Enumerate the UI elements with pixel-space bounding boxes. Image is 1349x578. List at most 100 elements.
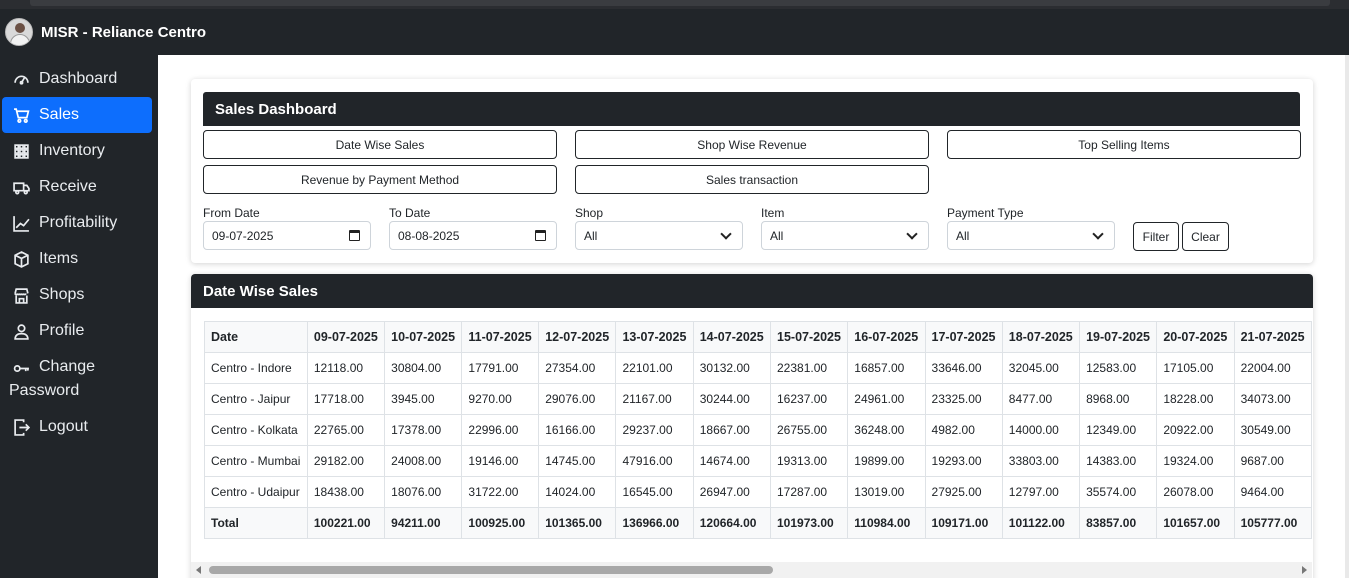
sales-value-cell: 26078.00 [1156,476,1235,508]
card-title: Sales Dashboard [203,92,1300,126]
column-header: 09-07-2025 [306,321,386,353]
sidebar-item-label: Profitability [39,214,118,231]
column-header: 16-07-2025 [847,321,926,353]
sales-value-cell: 9270.00 [461,383,540,415]
top-selling-items-button[interactable]: Top Selling Items [947,130,1301,159]
sidebar-item-profitability[interactable]: Profitability [2,205,152,241]
sidebar-item-profile[interactable]: Profile [2,313,152,349]
table-header-row: Date 09-07-2025 10-07-2025 11-07-2025 12-07… [204,321,1312,353]
sales-value-cell: 12797.00 [1001,476,1081,508]
sidebar-item-dashboard[interactable]: Dashboard [2,61,152,97]
sales-value-cell: 18228.00 [1156,383,1235,415]
sales-value-cell: 32045.00 [1001,352,1081,384]
vertical-scrollbar[interactable] [1345,55,1349,578]
column-header: 21-07-2025 [1233,321,1312,353]
shop-label: Shop [575,206,604,220]
sales-value-cell: 12349.00 [1079,414,1158,446]
column-header: 20-07-2025 [1156,321,1235,353]
sidebar-item-inventory[interactable]: Inventory [2,133,152,169]
sidebar-item-receive[interactable]: Receive [2,169,152,205]
total-value-cell: 105777.00 [1233,507,1312,539]
to-date-label: To Date [389,206,431,220]
shop-select[interactable]: All [575,221,743,250]
from-date-input[interactable]: 09-07-2025 [203,221,371,250]
item-select[interactable]: All [761,221,929,250]
sales-value-cell: 31722.00 [461,476,540,508]
sales-value-cell: 21167.00 [615,383,694,415]
table-row: Centro - Udaipur 18438.00 18076.00 31722.00… [204,476,1312,508]
sales-value-cell: 14674.00 [692,445,772,477]
sales-value-cell: 8477.00 [1001,383,1081,415]
total-value-cell: 100221.00 [306,507,386,539]
sales-value-cell: 16857.00 [847,352,926,384]
revenue-by-payment-button[interactable]: Revenue by Payment Method [203,165,557,194]
sales-transaction-button[interactable]: Sales transaction [575,165,929,194]
column-header: 17-07-2025 [924,321,1003,353]
table-row: Centro - Kolkata 22765.00 17378.00 22996.00… [204,414,1312,446]
sidebar-item-label: Inventory [39,142,105,159]
total-value-cell: 83857.00 [1079,507,1158,539]
cart-icon [12,106,30,124]
sidebar-item-label: Profile [39,322,85,339]
sales-value-cell: 19313.00 [769,445,849,477]
sales-value-cell: 19146.00 [461,445,540,477]
shop-wise-revenue-button[interactable]: Shop Wise Revenue [575,130,929,159]
horizontal-scrollbar[interactable] [191,562,1312,578]
scrollbar-thumb[interactable] [209,566,773,574]
column-header: 15-07-2025 [769,321,849,353]
top-navbar: MISR - Reliance Centro [0,9,1349,55]
sidebar: Dashboard Sales Inventory Receive Profit… [0,55,158,578]
total-value-cell: 109171.00 [924,507,1003,539]
shop-name-cell: Centro - Jaipur [204,383,308,415]
sales-value-cell: 19293.00 [924,445,1003,477]
sales-value-cell: 12118.00 [306,352,386,384]
sales-dashboard-card: Sales Dashboard Date Wise Sales Shop Wis… [191,79,1313,263]
truck-icon [12,178,30,196]
main-content: Sales Dashboard Date Wise Sales Shop Wis… [158,55,1349,578]
clear-button[interactable]: Clear [1182,222,1229,251]
calendar-icon[interactable] [535,230,546,241]
total-value-cell: 101657.00 [1156,507,1235,539]
grid-icon [12,142,30,160]
sales-value-cell: 26947.00 [692,476,772,508]
sales-value-cell: 36248.00 [847,414,926,446]
table-scroll-container[interactable]: Date 09-07-2025 10-07-2025 11-07-2025 12-07… [204,321,1312,539]
sales-value-cell: 3945.00 [384,383,463,415]
sales-value-cell: 8968.00 [1079,383,1158,415]
sales-value-cell: 22381.00 [769,352,849,384]
payment-type-select-value: All [956,228,970,243]
sidebar-item-items[interactable]: Items [2,241,152,277]
sidebar-item-sales[interactable]: Sales [2,97,152,133]
sales-value-cell: 33803.00 [1001,445,1081,477]
avatar[interactable] [5,18,33,46]
app-title: MISR - Reliance Centro [41,23,207,41]
graph-up-icon [12,214,30,232]
sidebar-item-shops[interactable]: Shops [2,277,152,313]
scroll-right-icon[interactable] [1302,566,1307,574]
to-date-input[interactable]: 08-08-2025 [389,221,557,250]
shop-name-cell: Centro - Indore [204,352,308,384]
chevron-down-icon [1092,228,1104,240]
sales-value-cell: 19899.00 [847,445,926,477]
sidebar-item-change-password[interactable]: Change Password [2,355,152,407]
sales-value-cell: 30132.00 [692,352,772,384]
sales-value-cell: 26755.00 [769,414,849,446]
payment-type-label: Payment Type [947,206,1024,220]
date-wise-sales-button[interactable]: Date Wise Sales [203,130,557,159]
sales-value-cell: 9464.00 [1233,476,1312,508]
payment-type-select[interactable]: All [947,221,1115,250]
scroll-left-icon[interactable] [196,566,201,574]
sales-value-cell: 22101.00 [615,352,694,384]
column-header: 18-07-2025 [1001,321,1081,353]
sales-value-cell: 22004.00 [1233,352,1312,384]
filter-button[interactable]: Filter [1133,222,1179,251]
sales-value-cell: 33646.00 [924,352,1003,384]
from-date-label: From Date [203,206,260,220]
sales-value-cell: 9687.00 [1233,445,1312,477]
sales-value-cell: 23325.00 [924,383,1003,415]
column-header: 12-07-2025 [538,321,617,353]
sales-value-cell: 27925.00 [924,476,1003,508]
sidebar-item-logout[interactable]: Logout [2,409,152,445]
calendar-icon[interactable] [349,230,360,241]
total-value-cell: 100925.00 [461,507,540,539]
